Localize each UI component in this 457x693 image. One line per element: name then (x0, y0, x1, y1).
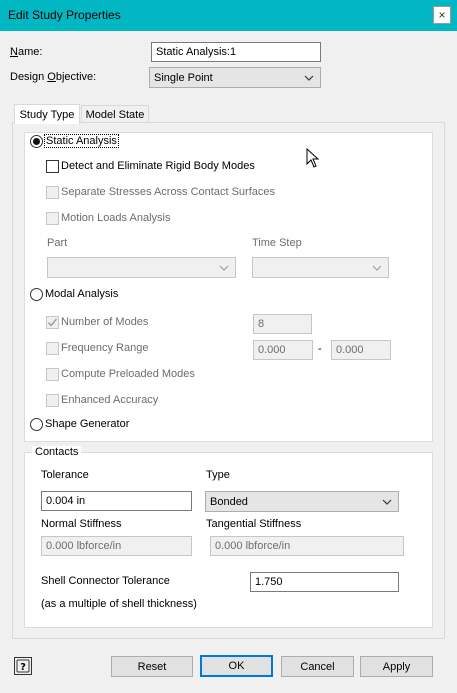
name-label: Name: (10, 46, 43, 58)
close-button[interactable]: × (433, 6, 451, 24)
shell-connector-value: 1.750 (255, 576, 283, 588)
shell-connector-input[interactable]: 1.750 (250, 572, 399, 592)
help-icon: ? (16, 659, 30, 673)
tolerance-label: Tolerance (41, 469, 89, 481)
compute-preloaded-checkbox[interactable] (46, 368, 59, 381)
number-of-modes-input[interactable]: 8 (253, 314, 312, 334)
chevron-down-icon (382, 499, 392, 505)
help-button[interactable]: ? (14, 657, 32, 675)
frequency-from-input[interactable]: 0.000 (253, 340, 313, 360)
frequency-range-checkbox[interactable] (46, 342, 59, 355)
time-step-label: Time Step (252, 237, 302, 249)
part-select[interactable] (47, 257, 236, 278)
chevron-down-icon (304, 75, 314, 81)
contact-type-select[interactable]: Bonded (205, 491, 399, 512)
normal-stiffness-label: Normal Stiffness (41, 518, 122, 530)
name-value: Static Analysis:1 (156, 46, 237, 58)
motion-loads-checkbox[interactable] (46, 212, 59, 225)
enhanced-accuracy-checkbox[interactable] (46, 394, 59, 407)
detect-rigid-body-checkbox[interactable] (46, 160, 59, 173)
separate-stresses-checkbox[interactable] (46, 186, 59, 199)
design-objective-label: Design Objective: (10, 71, 97, 83)
frequency-to-value: 0.000 (336, 344, 364, 356)
contacts-group-label: Contacts (32, 446, 82, 458)
frequency-range-label: Frequency Range (61, 342, 149, 354)
shape-generator-label: Shape Generator (45, 418, 130, 430)
contact-type-value: Bonded (210, 495, 248, 508)
reset-button-label: Reset (137, 660, 167, 673)
normal-stiffness-value: 0.000 lbforce/in (46, 540, 122, 552)
name-input[interactable]: Static Analysis:1 (151, 42, 321, 62)
compute-preloaded-label: Compute Preloaded Modes (61, 368, 195, 380)
tangential-stiffness-value: 0.000 lbforce/in (215, 540, 291, 552)
enhanced-accuracy-label: Enhanced Accuracy (61, 394, 159, 406)
tab-study-type-label: Study Type (19, 108, 75, 121)
tab-study-type[interactable]: Study Type (14, 104, 80, 124)
design-objective-value: Single Point (154, 71, 213, 84)
tolerance-input[interactable]: 0.004 in (41, 491, 192, 511)
cancel-button[interactable]: Cancel (281, 656, 354, 677)
help-glyph: ? (20, 662, 26, 673)
type-label: Type (206, 469, 230, 481)
modal-analysis-label: Modal Analysis (45, 288, 119, 300)
ok-button-label: OK (228, 660, 245, 672)
shape-generator-radio[interactable] (30, 418, 43, 431)
modal-analysis-radio[interactable] (30, 288, 43, 301)
detect-rigid-body-label: Detect and Eliminate Rigid Body Modes (61, 160, 255, 172)
separate-stresses-label: Separate Stresses Across Contact Surface… (61, 186, 275, 198)
tolerance-value: 0.004 in (46, 495, 86, 507)
checkmark-icon (47, 318, 58, 327)
static-analysis-label: Static Analysis (44, 134, 119, 148)
motion-loads-label: Motion Loads Analysis (61, 212, 171, 224)
window-title: Edit Study Properties (8, 8, 121, 22)
shell-connector-sublabel: (as a multiple of shell thickness) (41, 598, 197, 610)
frequency-range-dash: - (318, 343, 322, 355)
tangential-stiffness-label: Tangential Stiffness (206, 518, 302, 530)
number-of-modes-label: Number of Modes (61, 316, 149, 328)
static-analysis-radio[interactable] (30, 135, 43, 148)
cancel-button-label: Cancel (300, 660, 335, 673)
number-of-modes-checkbox[interactable] (46, 316, 59, 329)
mouse-pointer-icon (306, 148, 320, 168)
chevron-down-icon (372, 265, 382, 271)
frequency-to-input[interactable]: 0.000 (331, 340, 391, 360)
number-of-modes-value: 8 (258, 318, 265, 330)
shell-connector-label: Shell Connector Tolerance (41, 575, 170, 587)
tangential-stiffness-input[interactable]: 0.000 lbforce/in (210, 536, 404, 556)
radio-selected-dot (33, 138, 40, 145)
time-step-select[interactable] (252, 257, 389, 278)
part-label: Part (47, 237, 68, 249)
frequency-from-value: 0.000 (258, 344, 286, 356)
tab-model-state-label: Model State (85, 109, 145, 121)
reset-button[interactable]: Reset (111, 656, 193, 677)
close-icon: × (438, 8, 446, 22)
chevron-down-icon (219, 265, 229, 271)
title-bar: Edit Study Properties × (0, 0, 457, 31)
apply-button-label: Apply (382, 660, 411, 673)
ok-button[interactable]: OK (200, 655, 273, 677)
normal-stiffness-input[interactable]: 0.000 lbforce/in (41, 536, 192, 556)
design-objective-select[interactable]: Single Point (149, 67, 321, 88)
apply-button[interactable]: Apply (360, 656, 433, 677)
